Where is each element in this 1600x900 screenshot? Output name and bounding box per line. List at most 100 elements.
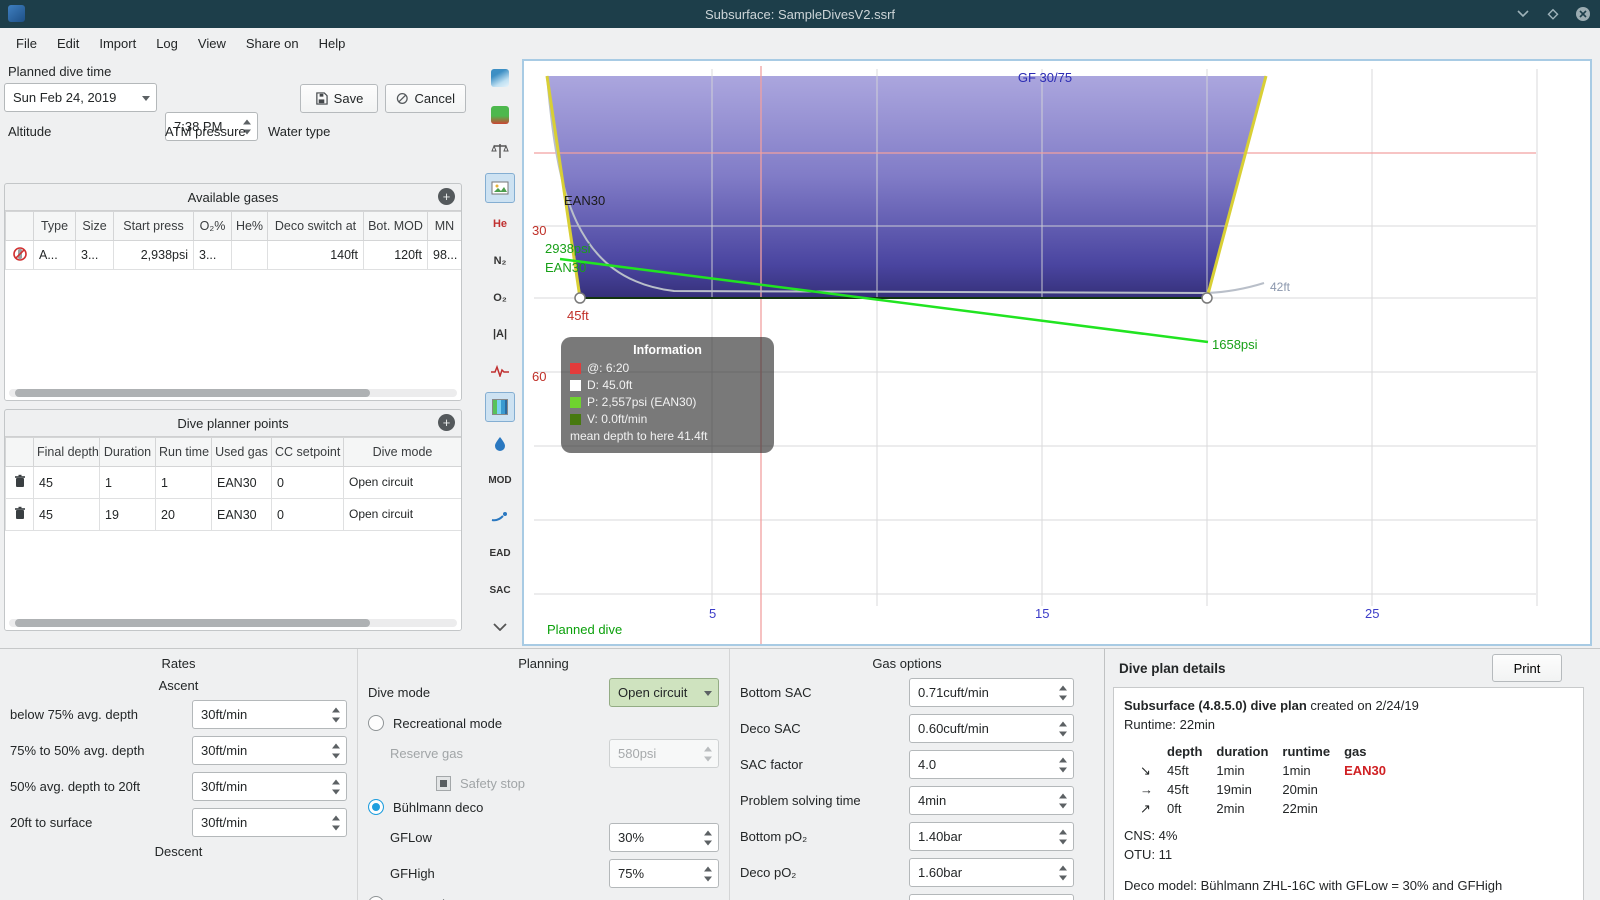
menu-import[interactable]: Import [89,28,146,58]
photos-icon[interactable] [485,172,515,203]
column-header: Deco switch at [267,211,364,241]
sac-factor-spinner[interactable]: 4.0 [909,750,1074,779]
end-pressure-label: 1658psi [1212,337,1258,352]
minimize-icon[interactable] [1514,5,1532,23]
sac-icon[interactable]: SAC [485,575,515,605]
cell-o2[interactable]: 3... [193,240,232,270]
menu-help[interactable]: Help [309,28,356,58]
he-partial-pressure-icon[interactable]: He [485,209,515,239]
problem-solving-time-spinner[interactable]: 4min [909,786,1074,815]
cell-cc-setpoint[interactable]: 0 [271,498,344,531]
spinner-buttons[interactable] [703,830,713,845]
cell-final-depth[interactable]: 45 [33,466,100,499]
safety-stop-checkbox [436,776,451,791]
spinner-buttons[interactable] [1058,829,1068,844]
cell-bot-mod[interactable]: 120ft [363,240,428,270]
horizontal-scrollbar[interactable] [15,389,370,397]
diver-icon[interactable] [485,502,515,532]
cancel-button[interactable]: Cancel [385,84,466,113]
salinity-icon[interactable] [485,429,515,459]
spinner-buttons[interactable] [331,779,341,794]
points-table: Final depth Duration Run time Used gas C… [5,437,461,531]
horizontal-scrollbar[interactable] [15,619,370,627]
delete-cylinder-icon[interactable] [5,240,34,270]
save-button[interactable]: Save [300,84,378,113]
scale-icon[interactable] [485,136,515,166]
menu-log[interactable]: Log [146,28,188,58]
n2-partial-pressure-icon[interactable]: N₂ [485,246,515,276]
o2-partial-pressure-icon[interactable]: O₂ [485,283,515,313]
ascent-rate-spinner-50[interactable]: 30ft/min [192,736,347,765]
spinner-buttons[interactable] [331,743,341,758]
plan-cns: CNS: 4% [1124,828,1178,843]
menu-file[interactable]: File [6,28,47,58]
calc-ceiling-icon[interactable] [485,100,515,130]
ead-icon[interactable]: EAD [485,539,515,569]
spinner-buttons[interactable] [331,815,341,830]
cell-duration[interactable]: 1 [99,466,156,499]
bottom-sac-spinner[interactable]: 0.71cuft/min [909,678,1074,707]
spinner-buttons[interactable] [1058,757,1068,772]
add-gas-button[interactable]: + [438,188,455,205]
print-button[interactable]: Print [1492,654,1562,682]
cell-deco-switch[interactable]: 140ft [267,240,364,270]
cell-run-time[interactable]: 20 [155,498,212,531]
cell-duration[interactable]: 19 [99,498,156,531]
cell-run-time[interactable]: 1 [155,466,212,499]
rate-label: 20ft to surface [10,815,93,830]
ceiling-limit-icon[interactable]: |A| [485,319,515,349]
cell-used-gas[interactable]: EAN30 [211,498,272,531]
add-point-button[interactable]: + [438,414,455,431]
spinner-buttons[interactable] [1058,793,1068,808]
bottom-po2-spinner[interactable]: 1.40bar [909,822,1074,851]
planner-handle[interactable] [1201,292,1213,304]
deco-sac-spinner[interactable]: 0.60cuft/min [909,714,1074,743]
cell-final-depth[interactable]: 45 [33,498,100,531]
heart-rate-icon[interactable] [485,356,515,386]
cell-he[interactable] [231,240,268,270]
vpmb-deco-radio[interactable] [368,896,384,900]
menu-share-on[interactable]: Share on [236,28,309,58]
toolbar-collapse-icon[interactable] [485,612,515,642]
dive-profile-chart[interactable]: GF 30/75 EAN30 2938psi EAN30 45ft 1658ps… [522,59,1592,646]
cell-size[interactable]: 3... [75,240,114,270]
dive-profile-area [547,76,1266,298]
spinner-buttons[interactable] [1058,865,1068,880]
dive-date-select[interactable]: Sun Feb 24, 2019 [4,83,157,112]
spinner-buttons[interactable] [331,707,341,722]
best-mix-end-spinner[interactable]: 98ft [909,894,1074,900]
spinner-buttons[interactable] [1058,685,1068,700]
menu-view[interactable]: View [188,28,236,58]
gflow-spinner[interactable]: 30% [609,823,719,852]
gfhigh-spinner[interactable]: 75% [609,859,719,888]
mod-icon[interactable]: MOD [485,466,515,496]
delete-point-icon[interactable] [5,466,34,499]
dive-mode-select[interactable]: Open circuit [609,678,719,707]
cell-used-gas[interactable]: EAN30 [211,466,272,499]
ascent-rate-spinner-75[interactable]: 30ft/min [192,700,347,729]
ascent-rate-spinner-stops[interactable]: 30ft/min [192,772,347,801]
tissues-icon[interactable] [485,392,515,423]
cell-dive-mode[interactable]: Open circuit [343,466,461,499]
buhlmann-deco-radio[interactable] [368,799,384,815]
cell-mnd[interactable]: 98... [427,240,461,270]
cell-type[interactable]: A... [33,240,76,270]
cell-dive-mode[interactable]: Open circuit [343,498,461,531]
gas-option-label: Bottom SAC [740,685,812,700]
cell-start-press[interactable]: 2,938psi [113,240,194,270]
gas-option-label: Deco SAC [740,721,801,736]
menu-edit[interactable]: Edit [47,28,89,58]
spinner-buttons[interactable] [1058,721,1068,736]
maximize-icon[interactable] [1544,5,1562,23]
planner-handle[interactable] [574,292,586,304]
altitude-label: Altitude [8,124,52,139]
dc-ceiling-icon[interactable] [485,63,515,93]
cell-cc-setpoint[interactable]: 0 [271,466,344,499]
spinner-buttons[interactable] [703,866,713,881]
delete-point-icon[interactable] [5,498,34,531]
close-icon[interactable] [1574,5,1592,23]
ascent-rate-spinner-surface[interactable]: 30ft/min [192,808,347,837]
deco-po2-spinner[interactable]: 1.60bar [909,858,1074,887]
gases-table: Type Size Start press O₂% He% Deco switc… [5,211,461,270]
recreational-mode-radio[interactable] [368,715,384,731]
